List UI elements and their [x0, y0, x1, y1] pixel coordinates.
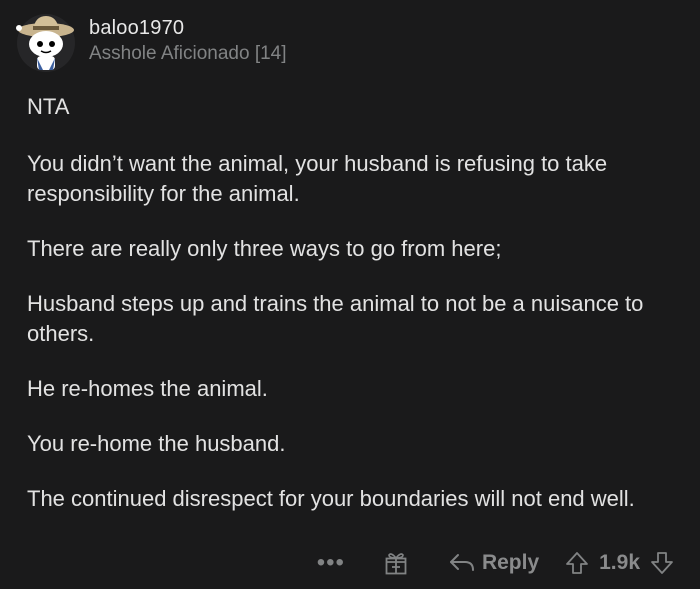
user-info: baloo1970 Asshole Aficionado [14] [89, 16, 287, 66]
user-flair: Asshole Aficionado [14] [89, 43, 287, 64]
comment-body: NTA You didn’t want the animal, your hus… [27, 92, 677, 539]
username-link[interactable]: baloo1970 [89, 16, 287, 40]
comment-paragraph: The continued disrespect for your bounda… [27, 486, 635, 511]
gift-icon [385, 553, 407, 575]
reply-arrow-icon [449, 554, 474, 571]
comment-paragraph: Husband steps up and trains the animal t… [27, 291, 644, 346]
award-button[interactable] [385, 551, 407, 575]
vote-score: 1.9k [599, 551, 640, 574]
comment-paragraph: You re-home the husband. [27, 431, 286, 456]
comment-paragraph: You didn’t want the animal, your husband… [27, 151, 608, 206]
comment-paragraph: There are really only three ways to go f… [27, 236, 502, 261]
comment-header: baloo1970 Asshole Aficionado [14] [16, 14, 287, 72]
upvote-arrow-icon[interactable] [565, 551, 589, 575]
comment-paragraph: NTA [27, 94, 70, 119]
downvote-arrow-icon[interactable] [650, 551, 674, 575]
user-avatar[interactable] [16, 14, 75, 72]
comment-card: baloo1970 Asshole Aficionado [14] NTA Yo… [0, 0, 700, 589]
reply-label: Reply [481, 551, 540, 574]
vote-controls: 1.9k [565, 551, 674, 575]
snoo-avatar-icon [16, 16, 74, 70]
more-options-button[interactable]: ••• [317, 551, 345, 575]
reply-button[interactable]: Reply [449, 551, 539, 575]
comment-actions: ••• Reply 1.9k [317, 551, 674, 575]
comment-paragraph: He re-homes the animal. [27, 376, 268, 401]
